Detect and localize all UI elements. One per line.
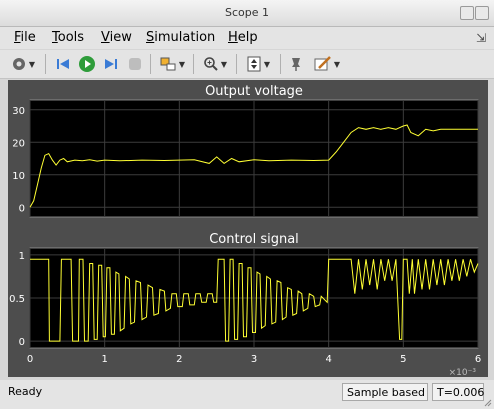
step-forward-icon xyxy=(105,59,117,69)
menu-file-label: ile xyxy=(20,30,36,45)
toolbar-separator xyxy=(236,54,237,74)
style-button[interactable]: ▼ xyxy=(309,53,345,75)
pencil-icon xyxy=(314,56,331,71)
menu-simulation-label: imulation xyxy=(154,30,216,45)
zoom-button[interactable]: ▼ xyxy=(198,53,232,75)
chevron-down-icon: ▼ xyxy=(178,59,186,69)
run-button[interactable] xyxy=(76,53,98,75)
pin-icon xyxy=(292,58,300,71)
y-tick-label: 20 xyxy=(12,138,25,149)
status-ready-text: Ready xyxy=(8,385,43,398)
chevron-down-icon: ▼ xyxy=(263,59,271,69)
play-icon xyxy=(79,56,95,72)
scope-plots-svg[interactable]: Output voltage0102030Control signal00.51… xyxy=(8,80,488,378)
menu-simulation[interactable]: Simulation xyxy=(146,30,215,45)
y-tick-label: 10 xyxy=(12,171,25,182)
status-bar: Ready Sample based T=0.006 xyxy=(0,380,494,409)
y-tick-label: 0.5 xyxy=(9,294,25,305)
menu-view-mnemonic: V xyxy=(101,30,110,45)
y-tick-label: 30 xyxy=(12,106,25,117)
step-forward-button[interactable] xyxy=(100,53,122,75)
toolbar-separator xyxy=(150,54,151,74)
x-tick-label: 1 xyxy=(101,354,107,365)
plot-title-2: Control signal xyxy=(209,232,299,247)
minimize-button[interactable] xyxy=(460,6,474,20)
chevron-down-icon: ▼ xyxy=(333,59,341,69)
zoom-in-icon xyxy=(204,57,218,71)
menu-help-mnemonic: H xyxy=(228,30,238,45)
highlight-block-icon xyxy=(160,57,176,71)
x-tick-label: 6 xyxy=(475,354,481,365)
highlight-block-button[interactable]: ▼ xyxy=(155,53,189,75)
step-back-icon xyxy=(57,59,69,69)
window-title: Scope 1 xyxy=(224,6,269,19)
x-tick-label: 5 xyxy=(400,354,406,365)
y-tick-label: 0 xyxy=(19,337,25,348)
sample-mode-indicator: Sample based xyxy=(342,383,428,401)
x-tick-label: 4 xyxy=(325,354,331,365)
menu-tools[interactable]: Tools xyxy=(52,30,84,45)
menu-file[interactable]: File xyxy=(14,30,36,45)
y-tick-label: 0 xyxy=(19,203,25,214)
plot-title-1: Output voltage xyxy=(205,84,303,99)
menu-help[interactable]: Help xyxy=(228,30,258,45)
menu-view-label: iew xyxy=(109,30,132,45)
toolbar-separator xyxy=(45,54,46,74)
step-back-button[interactable] xyxy=(52,53,74,75)
settings-button[interactable]: ▼ xyxy=(8,53,38,75)
menu-help-label: elp xyxy=(237,30,258,45)
menu-bar: File Tools View Simulation Help ⇲ xyxy=(0,27,494,49)
x-tick-label: 2 xyxy=(176,354,182,365)
window-titlebar: Scope 1 xyxy=(0,0,494,27)
scope-plot-area: Output voltage 0 10 20 30 Control signal 0 0.5 1… xyxy=(8,80,488,378)
y-tick-label: 1 xyxy=(19,251,25,262)
dock-button[interactable] xyxy=(285,53,307,75)
toolbar-separator xyxy=(280,54,281,74)
close-button[interactable] xyxy=(475,6,489,20)
gear-icon xyxy=(12,58,25,70)
chevron-down-icon: ▼ xyxy=(220,59,228,69)
stop-icon xyxy=(129,58,141,70)
simulation-time-indicator: T=0.006 xyxy=(432,383,484,401)
x-axis-multiplier: ×10⁻³ xyxy=(449,368,477,377)
menu-view[interactable]: View xyxy=(101,30,132,45)
menu-tools-label: ools xyxy=(57,30,85,45)
toolbar: ▼ ▼ ▼ ▼ ▼ xyxy=(0,50,494,79)
resize-grip-icon[interactable] xyxy=(482,397,492,407)
chevron-down-icon: ▼ xyxy=(28,59,36,69)
autoscale-icon xyxy=(247,56,261,72)
autoscale-button[interactable]: ▼ xyxy=(241,53,275,75)
menubar-arrow-icon[interactable]: ⇲ xyxy=(476,31,486,45)
x-tick-label: 0 xyxy=(27,354,33,365)
x-tick-label: 3 xyxy=(251,354,257,365)
stop-button[interactable] xyxy=(124,53,146,75)
toolbar-separator xyxy=(193,54,194,74)
